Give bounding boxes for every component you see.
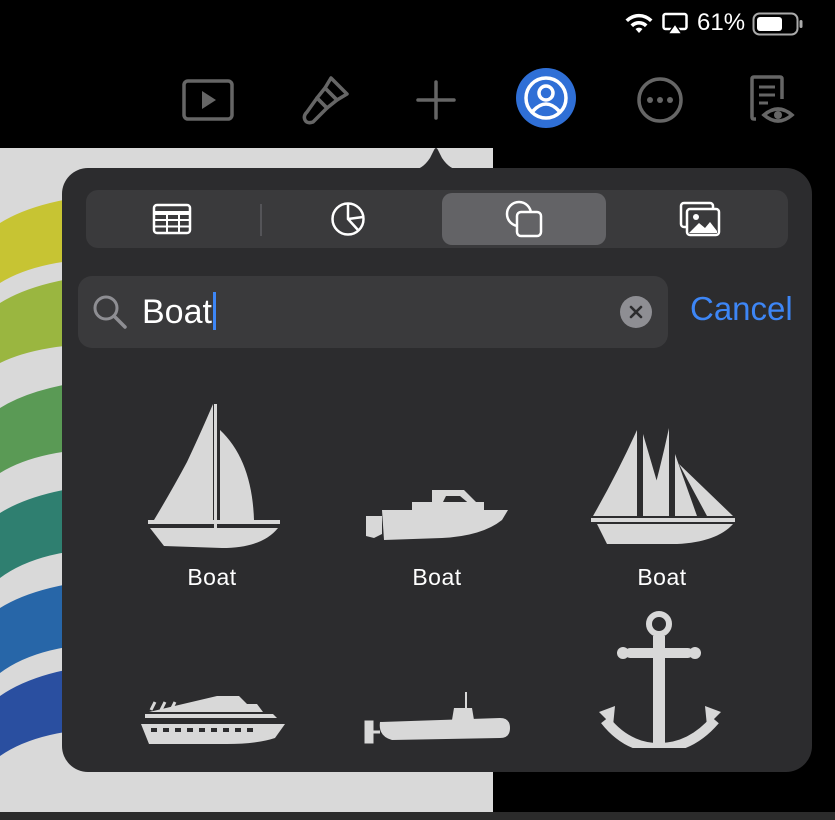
anchor-icon bbox=[599, 611, 721, 748]
shape-result-sailboat[interactable]: Boat bbox=[112, 390, 312, 591]
shape-label: Boat bbox=[412, 564, 462, 590]
shape-label: Boat bbox=[187, 564, 237, 590]
chart-icon bbox=[331, 202, 365, 236]
shape-label: Boat bbox=[637, 564, 687, 590]
motorboat-icon bbox=[366, 490, 508, 540]
tab-shapes[interactable] bbox=[442, 193, 606, 245]
status-bar: 61% bbox=[0, 0, 835, 48]
shape-result-cruise-ship[interactable] bbox=[112, 588, 312, 748]
table-icon bbox=[152, 203, 192, 235]
search-icon bbox=[93, 295, 127, 329]
collaborate-button[interactable] bbox=[516, 68, 576, 128]
airplay-icon bbox=[662, 12, 688, 35]
tab-divider bbox=[260, 204, 262, 236]
shape-result-submarine[interactable] bbox=[337, 588, 537, 748]
shape-search-field[interactable]: Boat bbox=[78, 276, 668, 348]
shape-result-schooner[interactable]: Boat bbox=[562, 390, 762, 591]
clear-search-button[interactable] bbox=[620, 296, 652, 328]
sailboat-icon bbox=[148, 404, 280, 548]
text-cursor bbox=[212, 292, 216, 331]
insert-category-tabs bbox=[86, 190, 788, 248]
bottom-strip bbox=[0, 812, 835, 820]
tab-chart[interactable] bbox=[266, 193, 430, 245]
cruise-ship-icon bbox=[141, 696, 285, 744]
insert-popover: Boat Cancel Boat Boat Boat bbox=[62, 168, 812, 772]
close-icon bbox=[629, 305, 643, 319]
reader-view-button[interactable] bbox=[746, 74, 798, 126]
reader-view-icon bbox=[750, 75, 795, 123]
play-button[interactable] bbox=[182, 74, 234, 126]
tab-table[interactable] bbox=[90, 193, 254, 245]
shape-result-motorboat[interactable]: Boat bbox=[337, 390, 537, 591]
cancel-button[interactable]: Cancel bbox=[690, 290, 793, 328]
shape-result-anchor[interactable] bbox=[562, 588, 762, 748]
add-icon bbox=[416, 80, 456, 120]
submarine-icon bbox=[364, 692, 510, 744]
format-brush-icon bbox=[302, 76, 349, 125]
more-button[interactable] bbox=[634, 74, 686, 126]
tab-media[interactable] bbox=[618, 193, 782, 245]
format-button[interactable] bbox=[300, 74, 352, 126]
schooner-icon bbox=[591, 428, 735, 544]
search-query-text: Boat bbox=[142, 293, 212, 331]
shapes-icon bbox=[505, 200, 543, 238]
play-icon bbox=[182, 79, 234, 121]
battery-icon bbox=[752, 12, 803, 36]
popover-arrow bbox=[412, 148, 460, 170]
insert-button[interactable] bbox=[410, 74, 462, 126]
search-input[interactable]: Boat bbox=[142, 292, 216, 333]
more-icon bbox=[637, 77, 683, 123]
wifi-icon bbox=[625, 13, 653, 33]
media-icon bbox=[679, 201, 721, 237]
battery-percentage: 61% bbox=[697, 9, 746, 36]
collaborate-icon bbox=[524, 76, 568, 120]
